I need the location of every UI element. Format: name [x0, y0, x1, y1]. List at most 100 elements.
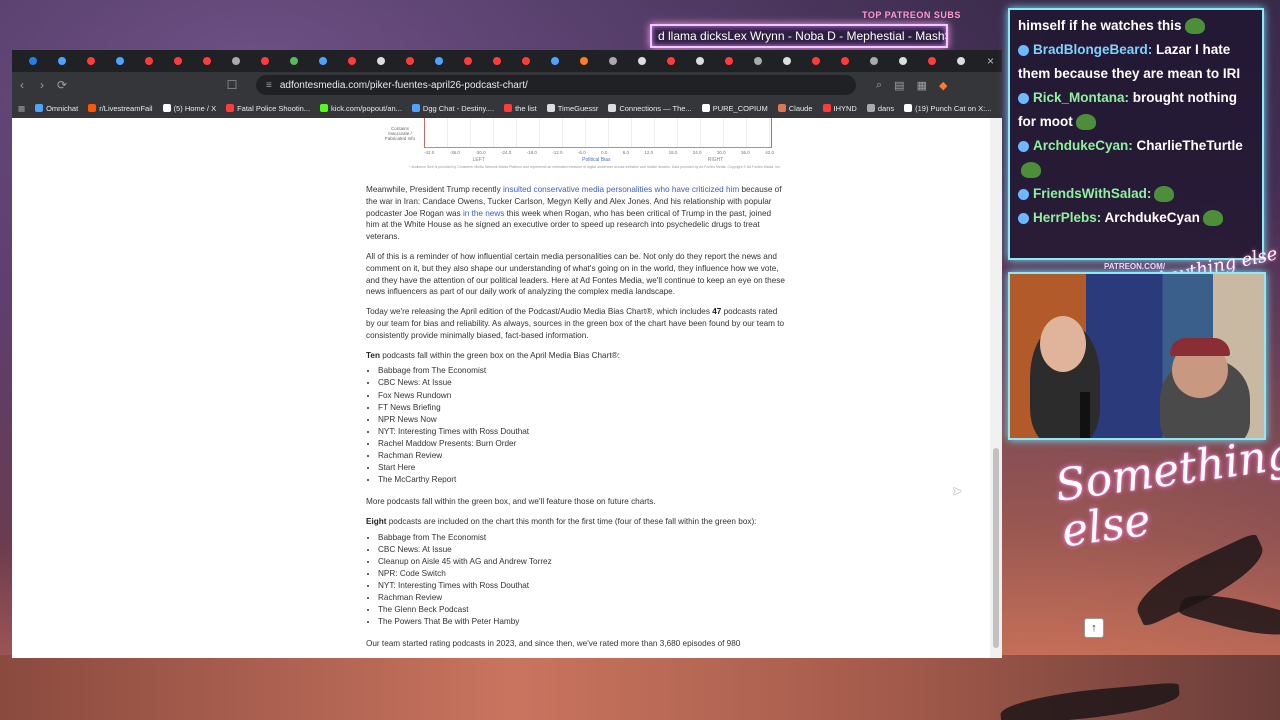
address-toolbar: ‹ › ⟳ ☐ ≡ adfontesmedia.com/piker-fuente… — [12, 72, 1002, 98]
bookmarks-bar: ▦ Omnichat r/LivestreamFail (5) Home / X Fa… — [12, 98, 1002, 118]
list-item: Rachman Review — [378, 592, 786, 604]
bookmark-favicon-icon — [608, 104, 617, 112]
bookmark-label: (19) Punch Cat on X:... — [915, 103, 992, 113]
tab-favicon-icon — [144, 57, 153, 65]
bookmark-item[interactable]: kick.com/popout/an... — [320, 104, 402, 113]
bookmark-item[interactable]: dans — [866, 104, 894, 113]
link-in-the-news[interactable]: in the news — [463, 209, 504, 218]
bookmark-favicon-icon — [226, 104, 235, 112]
chart-x-tick: -36.0 — [449, 150, 460, 155]
browser-tab[interactable] — [511, 52, 540, 70]
chart-plot-area — [424, 118, 772, 148]
bookmark-favicon-icon — [162, 104, 171, 112]
bookmark-label: Fatal Police Shootin... — [237, 103, 311, 113]
bookmark-item[interactable]: Dgg Chat - Destiny.... — [411, 103, 495, 113]
browser-tab[interactable] — [308, 52, 337, 70]
chat-text: himself if he watches this — [1018, 18, 1182, 33]
green-box-list: Babbage from The EconomistCBC News: At I… — [378, 365, 786, 486]
bookmark-icon[interactable]: ☐ — [222, 78, 242, 92]
browser-tab[interactable] — [192, 52, 221, 70]
back-to-top-button[interactable]: ↑ — [1084, 618, 1104, 638]
reader-mode-icon[interactable]: ▤ — [894, 79, 904, 92]
microphone — [1080, 392, 1090, 438]
extensions-icon[interactable]: ▦ — [917, 79, 927, 92]
browser-tab[interactable] — [18, 52, 47, 70]
browser-tab[interactable] — [830, 52, 859, 70]
bookmark-item[interactable]: the list — [504, 104, 537, 113]
browser-tab[interactable] — [250, 52, 279, 70]
browser-tab[interactable] — [47, 52, 76, 70]
browser-tab[interactable] — [627, 52, 656, 70]
toolbar-icons: ⌕ ▤ ▦ ◆ — [876, 79, 947, 92]
url-bar[interactable]: ≡ adfontesmedia.com/piker-fuentes-april2… — [256, 75, 856, 95]
browser-tab[interactable] — [772, 52, 801, 70]
browser-tab[interactable] — [801, 52, 830, 70]
chat-message: himself if he watches this — [1018, 14, 1254, 38]
scrollbar-thumb[interactable] — [993, 448, 999, 648]
site-info-icon[interactable]: ≡ — [266, 80, 272, 91]
bookmark-item[interactable]: Fatal Police Shootin... — [226, 104, 310, 113]
browser-tab[interactable] — [134, 52, 163, 70]
link-insulted-personalities[interactable]: insulted conservative media personalitie… — [503, 185, 739, 194]
bookmark-item[interactable]: TimeGuessr — [546, 103, 599, 113]
browser-tab[interactable] — [163, 52, 192, 70]
bookmark-label: TimeGuessr — [557, 103, 599, 113]
browser-tab[interactable] — [482, 52, 511, 70]
top-patreon-label: TOP PATREON SUBS — [862, 10, 961, 20]
back-icon[interactable]: ‹ — [12, 78, 32, 92]
browser-tab[interactable] — [859, 52, 888, 70]
bookmark-item[interactable]: Omnichat — [35, 104, 78, 113]
tab-favicon-icon — [811, 57, 820, 65]
bookmark-item[interactable]: Connections — The... — [608, 104, 692, 113]
browser-tab[interactable] — [743, 52, 772, 70]
bookmark-item[interactable]: r/LivestreamFail — [88, 104, 153, 113]
reload-icon[interactable]: ⟳ — [52, 78, 72, 92]
page-scrollbar[interactable] — [990, 118, 1002, 658]
tab-favicon-icon — [927, 57, 936, 65]
browser-tab[interactable] — [337, 52, 366, 70]
tab-favicon-icon — [521, 57, 530, 65]
browser-tab[interactable] — [105, 52, 134, 70]
bookmark-favicon-icon — [88, 104, 97, 112]
browser-tab[interactable] — [279, 52, 308, 70]
browser-tab[interactable] — [656, 52, 685, 70]
browser-tab[interactable] — [888, 52, 917, 70]
browser-tab[interactable] — [714, 52, 743, 70]
pepe-emote-icon — [1021, 162, 1041, 179]
browser-tab[interactable] — [395, 52, 424, 70]
browser-tab[interactable] — [685, 52, 714, 70]
browser-tab[interactable] — [453, 52, 482, 70]
chat-username: HerrPlebs: — [1033, 210, 1102, 225]
bookmark-item[interactable]: (5) Home / X — [162, 104, 216, 113]
article-body: Meanwhile, President Trump recently insu… — [366, 184, 786, 658]
browser-tab[interactable] — [424, 52, 453, 70]
chat-badge-icon — [1018, 188, 1029, 200]
search-icon[interactable]: ⌕ — [876, 79, 882, 92]
bookmark-favicon-icon — [701, 104, 710, 112]
brave-shield-icon[interactable]: ◆ — [939, 79, 947, 92]
bookmark-label: Dgg Chat - Destiny.... — [422, 103, 495, 113]
list-item: NYT: Interesting Times with Ross Douthat — [378, 426, 786, 438]
browser-tab[interactable] — [598, 52, 627, 70]
browser-tab[interactable] — [540, 52, 569, 70]
browser-tab[interactable] — [221, 52, 250, 70]
chart-x-tick: -30.0 — [475, 150, 486, 155]
browser-tab[interactable] — [569, 52, 598, 70]
chart-x-tick: 42.0 — [765, 150, 774, 155]
bookmark-item[interactable]: IHYND — [822, 104, 857, 113]
chart-axis-names: LEFT Political Bias RIGHT — [424, 157, 772, 163]
browser-tab[interactable] — [366, 52, 395, 70]
forward-icon[interactable]: › — [32, 78, 52, 92]
paragraph-release: Today we're releasing the April edition … — [366, 307, 785, 340]
bookmark-item[interactable]: Claude — [777, 104, 813, 113]
close-tab-icon[interactable]: × — [987, 54, 994, 68]
chart-x-tick: -12.0 — [552, 150, 563, 155]
browser-tab[interactable] — [946, 52, 975, 70]
tab-strip: × — [12, 50, 1002, 72]
browser-tab[interactable] — [917, 52, 946, 70]
bookmark-item[interactable]: (19) Punch Cat on X:... — [904, 104, 991, 113]
bookmark-item[interactable]: PURE_COPIUM — [701, 104, 768, 113]
browser-tab[interactable] — [76, 52, 105, 70]
bookmark-favicon-icon — [411, 104, 420, 112]
apps-icon[interactable]: ▦ — [18, 104, 25, 113]
